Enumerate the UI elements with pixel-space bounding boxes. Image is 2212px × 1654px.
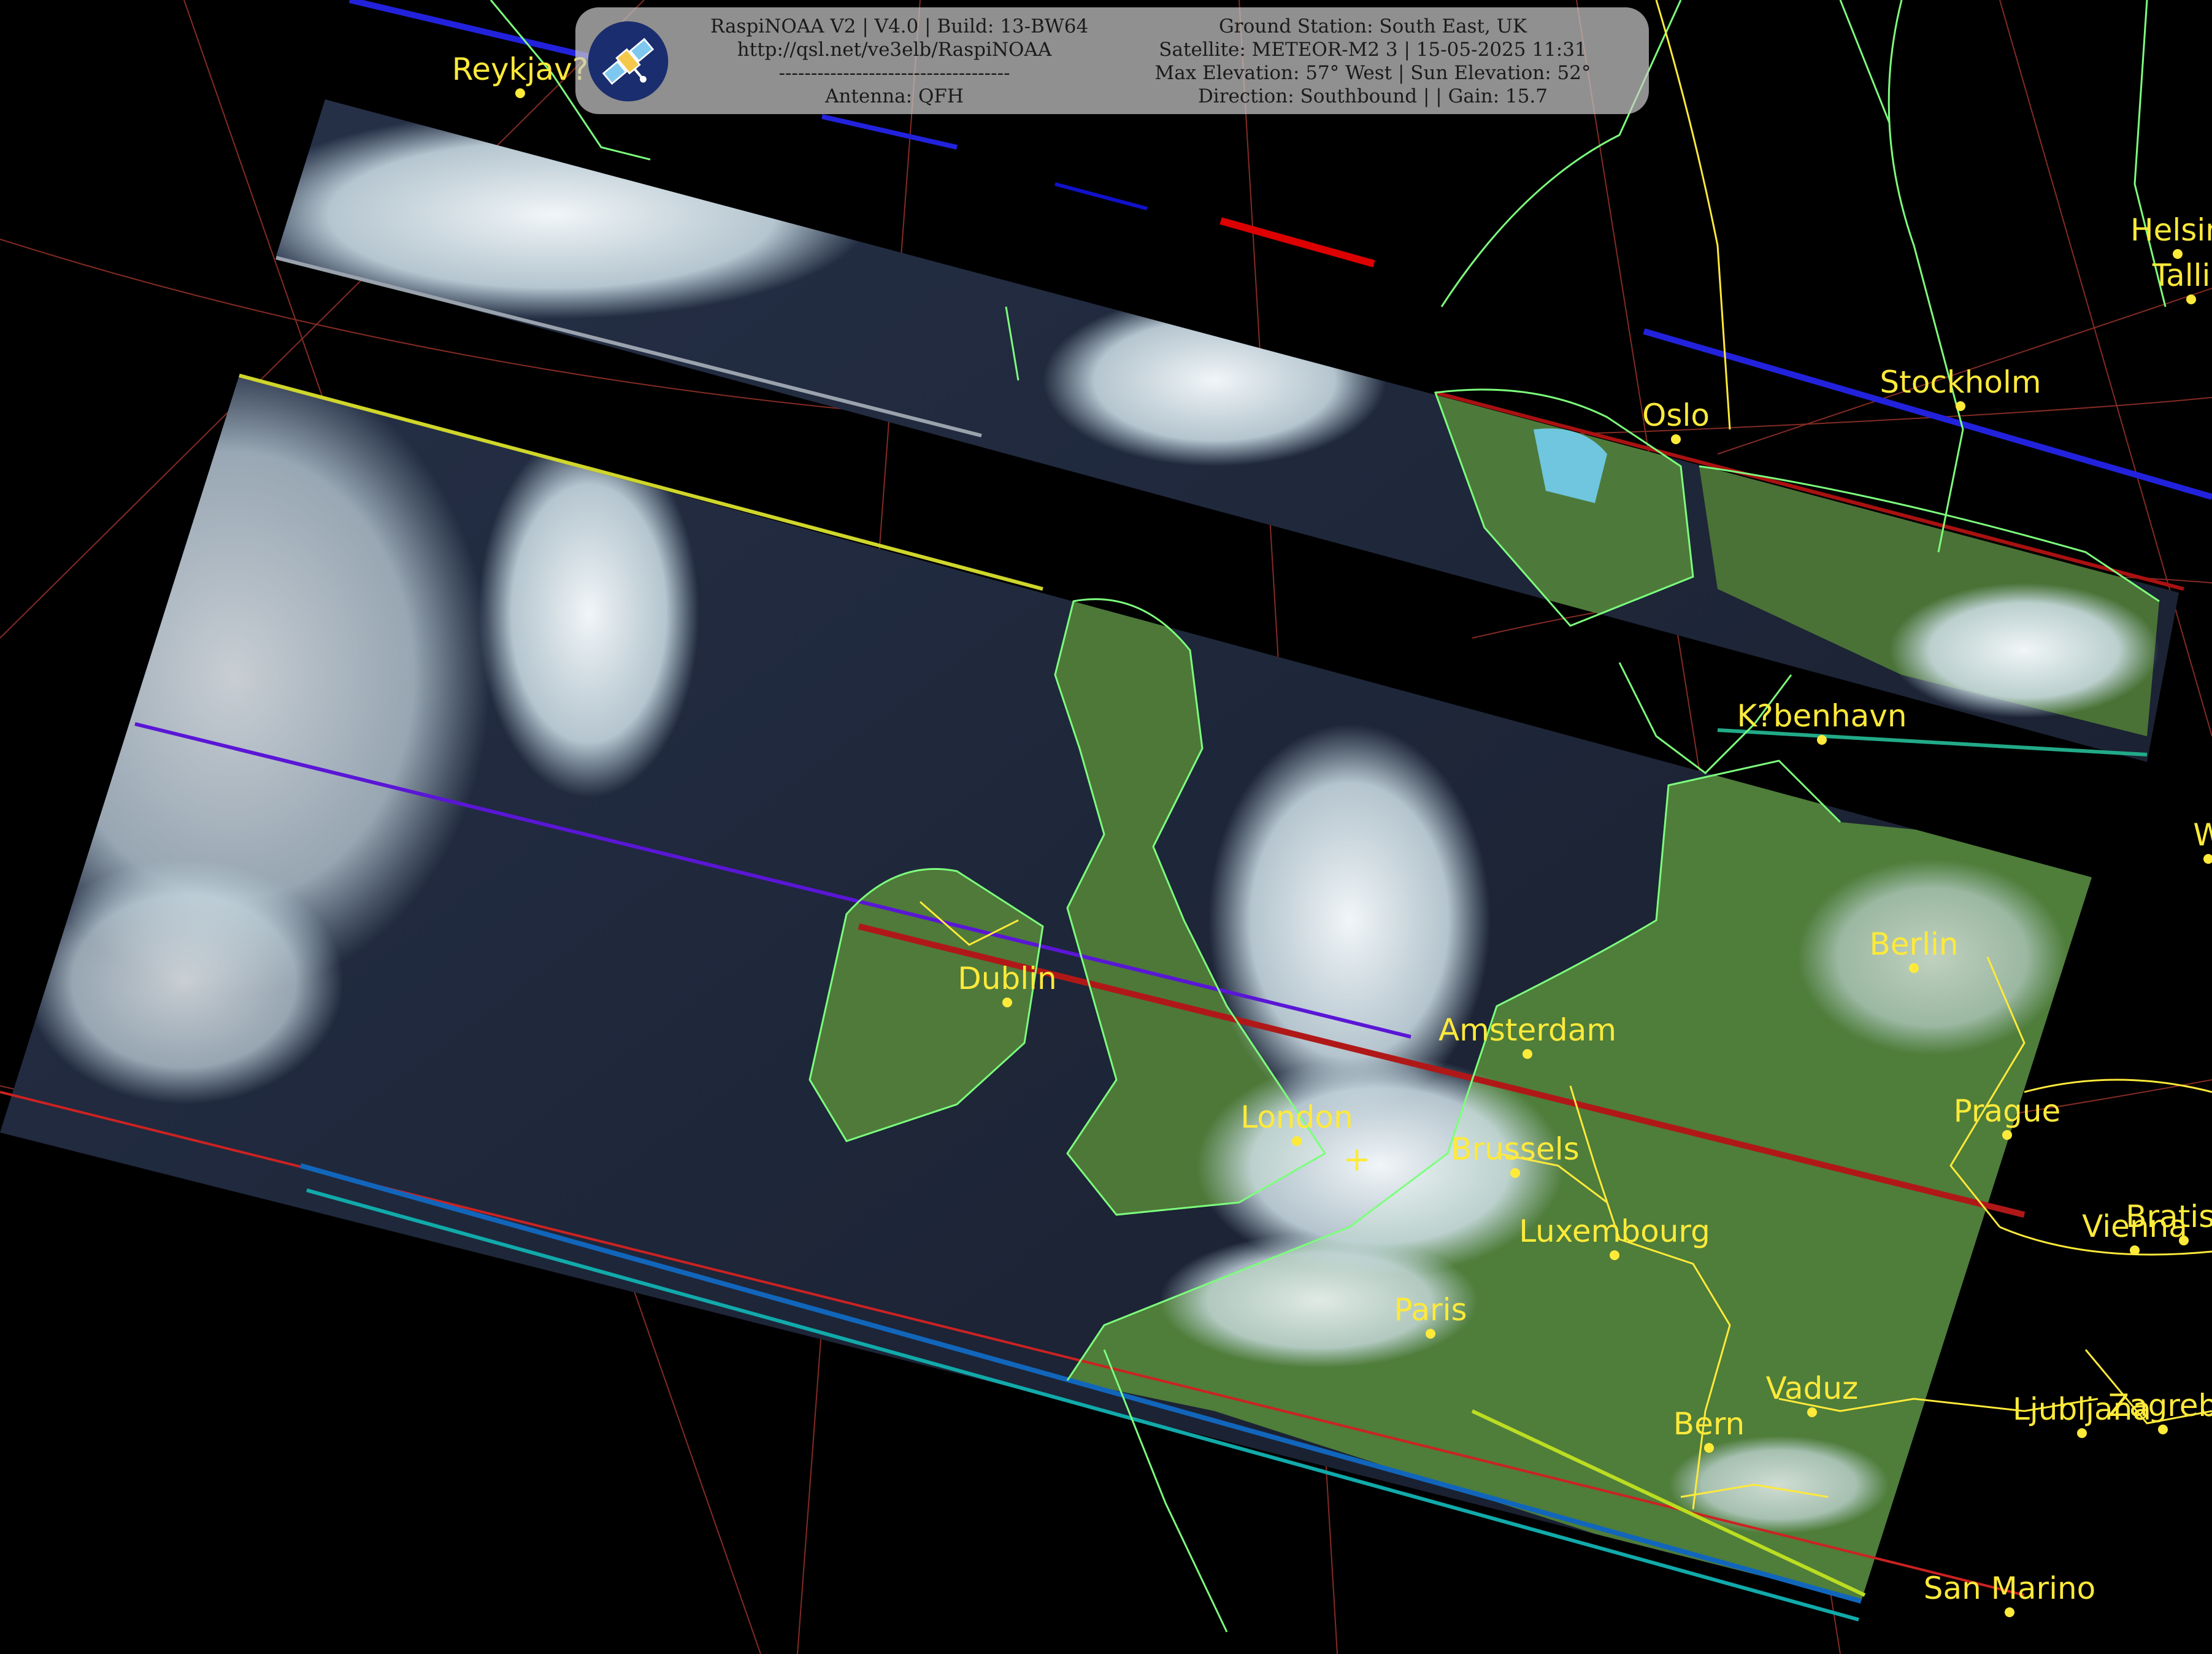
- city-label: W: [2193, 817, 2212, 853]
- city-dot: [2203, 854, 2212, 864]
- city-label: Reykjav?: [452, 52, 588, 87]
- city-label: Zagreb: [2108, 1388, 2212, 1423]
- city-dot: [1956, 401, 1965, 411]
- city-label: Paris: [1394, 1292, 1467, 1328]
- city-dot: [1671, 434, 1681, 444]
- city-dot: [1807, 1407, 1817, 1417]
- header-antenna-line: Antenna: QFH: [825, 85, 964, 107]
- city-label: Brussels: [1451, 1131, 1579, 1167]
- header-right-column: Ground Station: South East, UK Satellite…: [1115, 15, 1630, 108]
- city-dot: [1704, 1443, 1714, 1453]
- city-label: Vienna: [2082, 1209, 2187, 1244]
- satellite-icon: [588, 21, 669, 102]
- city-label: Luxembourg: [1519, 1214, 1710, 1249]
- satellite-image: + Reykjav? Helsin Tallin Stockholm Oslo K?ben…: [0, 0, 2212, 1654]
- ground-station-marker: +: [1343, 1140, 1370, 1179]
- city-dot: [1426, 1329, 1435, 1339]
- city-dot: [1909, 963, 1919, 973]
- city-dot: [1292, 1136, 1302, 1146]
- city-label: K?benhavn: [1737, 698, 1907, 734]
- city-dot: [2005, 1607, 2014, 1617]
- header-elevation-line: Max Elevation: 57° West | Sun Elevation:…: [1154, 62, 1591, 84]
- city-label: Berlin: [1869, 926, 1958, 962]
- header-divider-line: ------------------------------------: [778, 62, 1010, 84]
- city-dot: [1610, 1250, 1619, 1260]
- city-dot: [1523, 1049, 1532, 1059]
- city-label: San Marino: [1924, 1571, 2095, 1606]
- city-dot: [2077, 1428, 2087, 1438]
- city-dot: [515, 88, 525, 98]
- city-label: Helsin: [2130, 212, 2212, 248]
- city-label: Stockholm: [1880, 364, 2041, 400]
- header-direction-line: Direction: Southbound | | Gain: 15.7: [1197, 85, 1548, 107]
- header-url-line: http://qsl.net/ve3elb/RaspiNOAA: [737, 39, 1052, 61]
- city-dot: [2158, 1425, 2168, 1434]
- header-ground-station-line: Ground Station: South East, UK: [1219, 15, 1527, 37]
- header-satellite-line: Satellite: METEOR-M2 3 | 15-05-2025 11:3…: [1159, 39, 1587, 61]
- city-label: Vaduz: [1766, 1371, 1859, 1406]
- city-dot: [2002, 1130, 2012, 1140]
- header-software-line: RaspiNOAA V2 | V4.0 | Build: 13-BW64: [710, 15, 1089, 37]
- city-label: Amsterdam: [1438, 1012, 1616, 1048]
- city-dot: [1002, 998, 1012, 1007]
- city-label: Dublin: [958, 961, 1056, 996]
- city-label: London: [1240, 1099, 1353, 1135]
- city-dot: [1817, 735, 1827, 745]
- header-left-column: RaspiNOAA V2 | V4.0 | Build: 13-BW64 htt…: [710, 15, 1089, 108]
- city-label: Prague: [1954, 1093, 2061, 1129]
- city-label: Oslo: [1642, 398, 1710, 433]
- city-dot: [2130, 1245, 2140, 1255]
- city-label: Bern: [1673, 1406, 1745, 1442]
- city-label: Tallin: [2152, 258, 2212, 293]
- city-dot: [1510, 1168, 1520, 1178]
- city-dot: [2186, 294, 2196, 304]
- pass-info-header: RaspiNOAA V2 | V4.0 | Build: 13-BW64 htt…: [575, 7, 1649, 114]
